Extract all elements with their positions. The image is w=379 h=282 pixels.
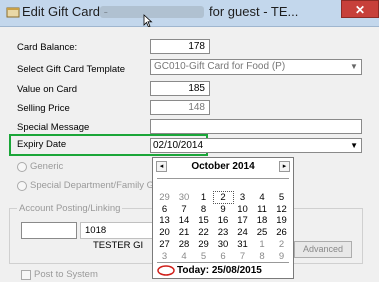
template-select[interactable]: GC010-Gift Card for Food (P) ▼ bbox=[150, 59, 362, 75]
calendar-day[interactable]: 4 bbox=[175, 251, 194, 262]
chevron-down-icon[interactable]: ▼ bbox=[347, 60, 361, 74]
calendar-day[interactable]: 4 bbox=[253, 192, 272, 203]
template-select-value: GC010-Gift Card for Food (P) bbox=[154, 61, 286, 72]
special-message-label: Special Message bbox=[17, 122, 90, 133]
calendar-day[interactable]: 21 bbox=[175, 227, 194, 238]
special-message-field[interactable] bbox=[150, 119, 362, 134]
account-field[interactable]: 1018 TESTER GI bbox=[80, 222, 154, 251]
post-to-system-checkbox[interactable] bbox=[21, 270, 31, 280]
calendar-day[interactable]: 2 bbox=[212, 191, 234, 204]
calendar-day[interactable]: 1 bbox=[253, 239, 272, 250]
expiry-date-label: Expiry Date bbox=[17, 139, 67, 150]
calendar-day[interactable]: 23 bbox=[214, 227, 233, 238]
value-on-card-field[interactable]: 185 bbox=[150, 81, 210, 96]
calendar-today-link[interactable]: Today: 25/08/2015 bbox=[177, 265, 262, 276]
expiry-date-field[interactable]: 02/10/2014 ▼ bbox=[150, 138, 362, 153]
calendar-day[interactable]: 22 bbox=[194, 227, 213, 238]
calendar-day[interactable]: 7 bbox=[233, 251, 252, 262]
account-code: 1018 bbox=[85, 225, 107, 236]
window-title: Edit Gift Card - bbox=[22, 4, 108, 19]
calendar-next-button[interactable]: ▸ bbox=[279, 161, 290, 172]
calendar-weekday-row bbox=[157, 179, 289, 190]
calendar-day[interactable]: 26 bbox=[272, 227, 291, 238]
calendar-day[interactable]: 29 bbox=[194, 239, 213, 250]
special-department-radio[interactable] bbox=[17, 181, 27, 191]
window-title-suffix: for guest - TE... bbox=[209, 4, 299, 19]
calendar-day[interactable]: 17 bbox=[233, 215, 252, 226]
calendar-day[interactable]: 6 bbox=[155, 204, 174, 215]
generic-radio[interactable] bbox=[17, 162, 27, 172]
special-department-label: Special Department/Family Grou bbox=[30, 180, 168, 191]
calendar-day[interactable]: 30 bbox=[175, 192, 194, 203]
calendar-day[interactable]: 24 bbox=[233, 227, 252, 238]
calendar-day[interactable]: 6 bbox=[214, 251, 233, 262]
calendar-day[interactable]: 20 bbox=[155, 227, 174, 238]
account-blank-field[interactable] bbox=[21, 222, 77, 239]
calendar-day[interactable]: 31 bbox=[233, 239, 252, 250]
close-button[interactable]: ✕ bbox=[341, 0, 379, 18]
calendar-day[interactable]: 19 bbox=[272, 215, 291, 226]
selling-price-field[interactable]: 148 bbox=[150, 100, 210, 115]
calendar-day[interactable]: 29 bbox=[155, 192, 174, 203]
advanced-button[interactable]: Advanced bbox=[294, 241, 352, 258]
calendar-day[interactable]: 2 bbox=[272, 239, 291, 250]
calendar-day[interactable]: 5 bbox=[272, 192, 291, 203]
post-to-system-label: Post to System bbox=[34, 269, 98, 280]
generic-label: Generic bbox=[30, 161, 64, 172]
calendar-day[interactable]: 5 bbox=[194, 251, 213, 262]
gift-card-app-icon bbox=[6, 5, 20, 19]
calendar-day[interactable]: 3 bbox=[155, 251, 174, 262]
template-label: Select Gift Card Template bbox=[17, 64, 126, 75]
calendar-day[interactable]: 16 bbox=[214, 215, 233, 226]
calendar-day[interactable]: 30 bbox=[214, 239, 233, 250]
calendar-day[interactable]: 13 bbox=[155, 215, 174, 226]
chevron-down-icon[interactable]: ▼ bbox=[350, 139, 358, 152]
selling-price-label: Selling Price bbox=[17, 103, 70, 114]
calendar-day[interactable]: 11 bbox=[253, 204, 272, 215]
calendar-day[interactable]: 7 bbox=[175, 204, 194, 215]
calendar-day[interactable]: 10 bbox=[233, 204, 252, 215]
calendar-footer-divider bbox=[157, 262, 289, 264]
value-on-card-label: Value on Card bbox=[17, 84, 78, 95]
calendar-day[interactable]: 12 bbox=[272, 204, 291, 215]
calendar-day[interactable]: 9 bbox=[214, 204, 233, 215]
today-circle-icon bbox=[157, 265, 175, 279]
calendar-day[interactable]: 9 bbox=[272, 251, 291, 262]
calendar-day[interactable]: 18 bbox=[253, 215, 272, 226]
calendar-day[interactable]: 8 bbox=[194, 204, 213, 215]
account-name: TESTER GI bbox=[93, 240, 144, 251]
calendar-day[interactable]: 25 bbox=[253, 227, 272, 238]
expiry-date-value: 02/10/2014 bbox=[153, 140, 204, 151]
card-balance-field[interactable]: 178 bbox=[150, 39, 210, 54]
calendar-day[interactable]: 3 bbox=[233, 192, 252, 203]
calendar-day[interactable]: 1 bbox=[194, 192, 213, 203]
calendar-day[interactable]: 8 bbox=[253, 251, 272, 262]
calendar-day[interactable]: 27 bbox=[155, 239, 174, 250]
calendar-day[interactable]: 15 bbox=[194, 215, 213, 226]
date-picker-calendar: ◂ October 2014 ▸ 29 30 1 2 3 4 5 6 7 8 9 10 11 12 13 14… bbox=[152, 157, 294, 279]
calendar-day[interactable]: 14 bbox=[175, 215, 194, 226]
calendar-day[interactable]: 28 bbox=[175, 239, 194, 250]
card-balance-label: Card Balance: bbox=[17, 42, 78, 53]
account-posting-label: Account Posting/Linking bbox=[17, 203, 123, 214]
calendar-month-title[interactable]: October 2014 bbox=[153, 161, 293, 172]
